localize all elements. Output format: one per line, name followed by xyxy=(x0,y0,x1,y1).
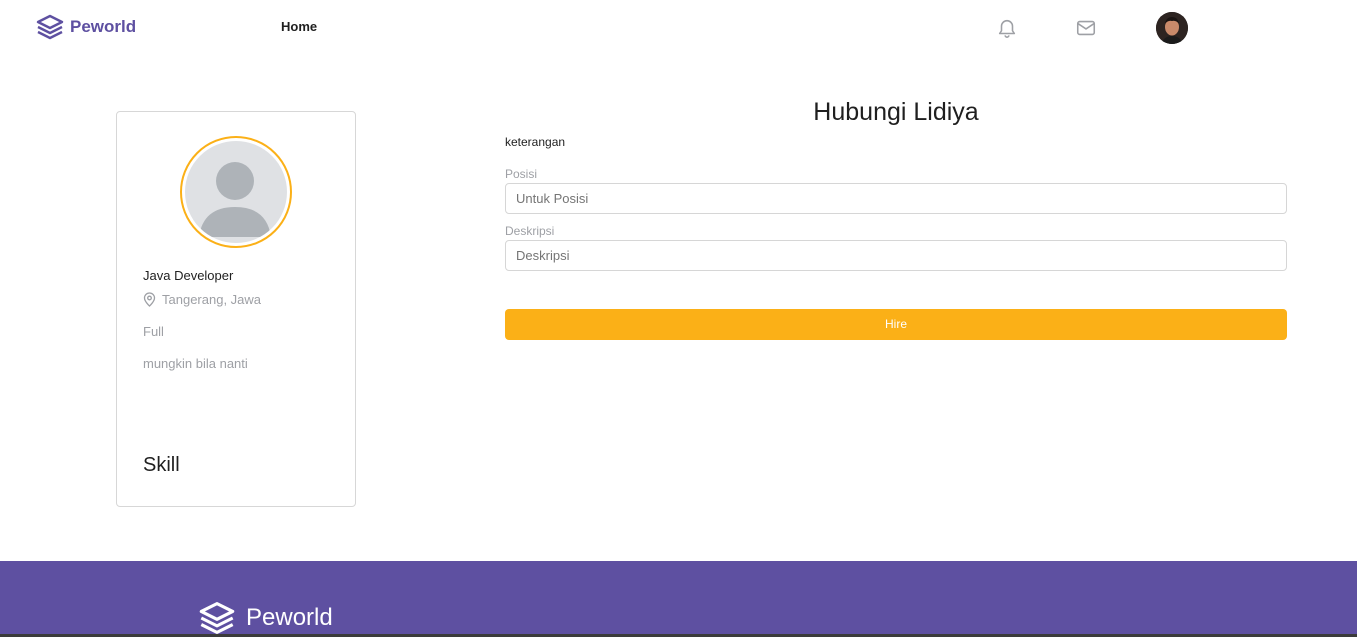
contact-title: Hubungi Lidiya xyxy=(813,98,979,126)
position-input[interactable] xyxy=(505,183,1287,214)
profile-type: Full xyxy=(143,324,164,339)
profile-location: Tangerang, Jawa xyxy=(143,292,261,307)
page: Peworld Home Java Developer Tangerang, J… xyxy=(0,0,1357,637)
nav-home-link[interactable]: Home xyxy=(281,19,317,34)
brand-name: Peworld xyxy=(70,17,137,36)
profile-card: Java Developer Tangerang, Jawa Full mung… xyxy=(116,111,356,507)
bell-icon[interactable] xyxy=(996,17,1018,39)
profile-avatar xyxy=(180,136,292,248)
skill-heading: Skill xyxy=(143,454,180,476)
profile-description: mungkin bila nanti xyxy=(143,356,248,371)
profile-job: Java Developer xyxy=(143,268,234,283)
user-photo-icon xyxy=(1156,12,1188,44)
position-label: Posisi xyxy=(505,167,538,181)
profile-location-text: Tangerang, Jawa xyxy=(162,292,262,307)
hire-button[interactable]: Hire xyxy=(505,309,1287,340)
brand-logo[interactable]: Peworld xyxy=(36,14,136,40)
footer-brand[interactable]: Peworld xyxy=(198,601,333,635)
user-avatar[interactable] xyxy=(1156,12,1188,44)
description-label: Deskripsi xyxy=(505,224,555,238)
footer-brand-name: Peworld xyxy=(246,604,333,631)
layers-logo-icon xyxy=(199,602,235,634)
navbar: Peworld Home xyxy=(0,0,1357,60)
contact-subtitle: keterangan xyxy=(505,135,566,149)
mail-icon[interactable] xyxy=(1075,17,1097,39)
footer: Peworld xyxy=(0,561,1357,637)
layers-logo-icon xyxy=(36,14,64,40)
default-user-icon xyxy=(199,162,271,237)
map-pin-icon xyxy=(143,292,156,307)
description-input[interactable] xyxy=(505,240,1287,271)
